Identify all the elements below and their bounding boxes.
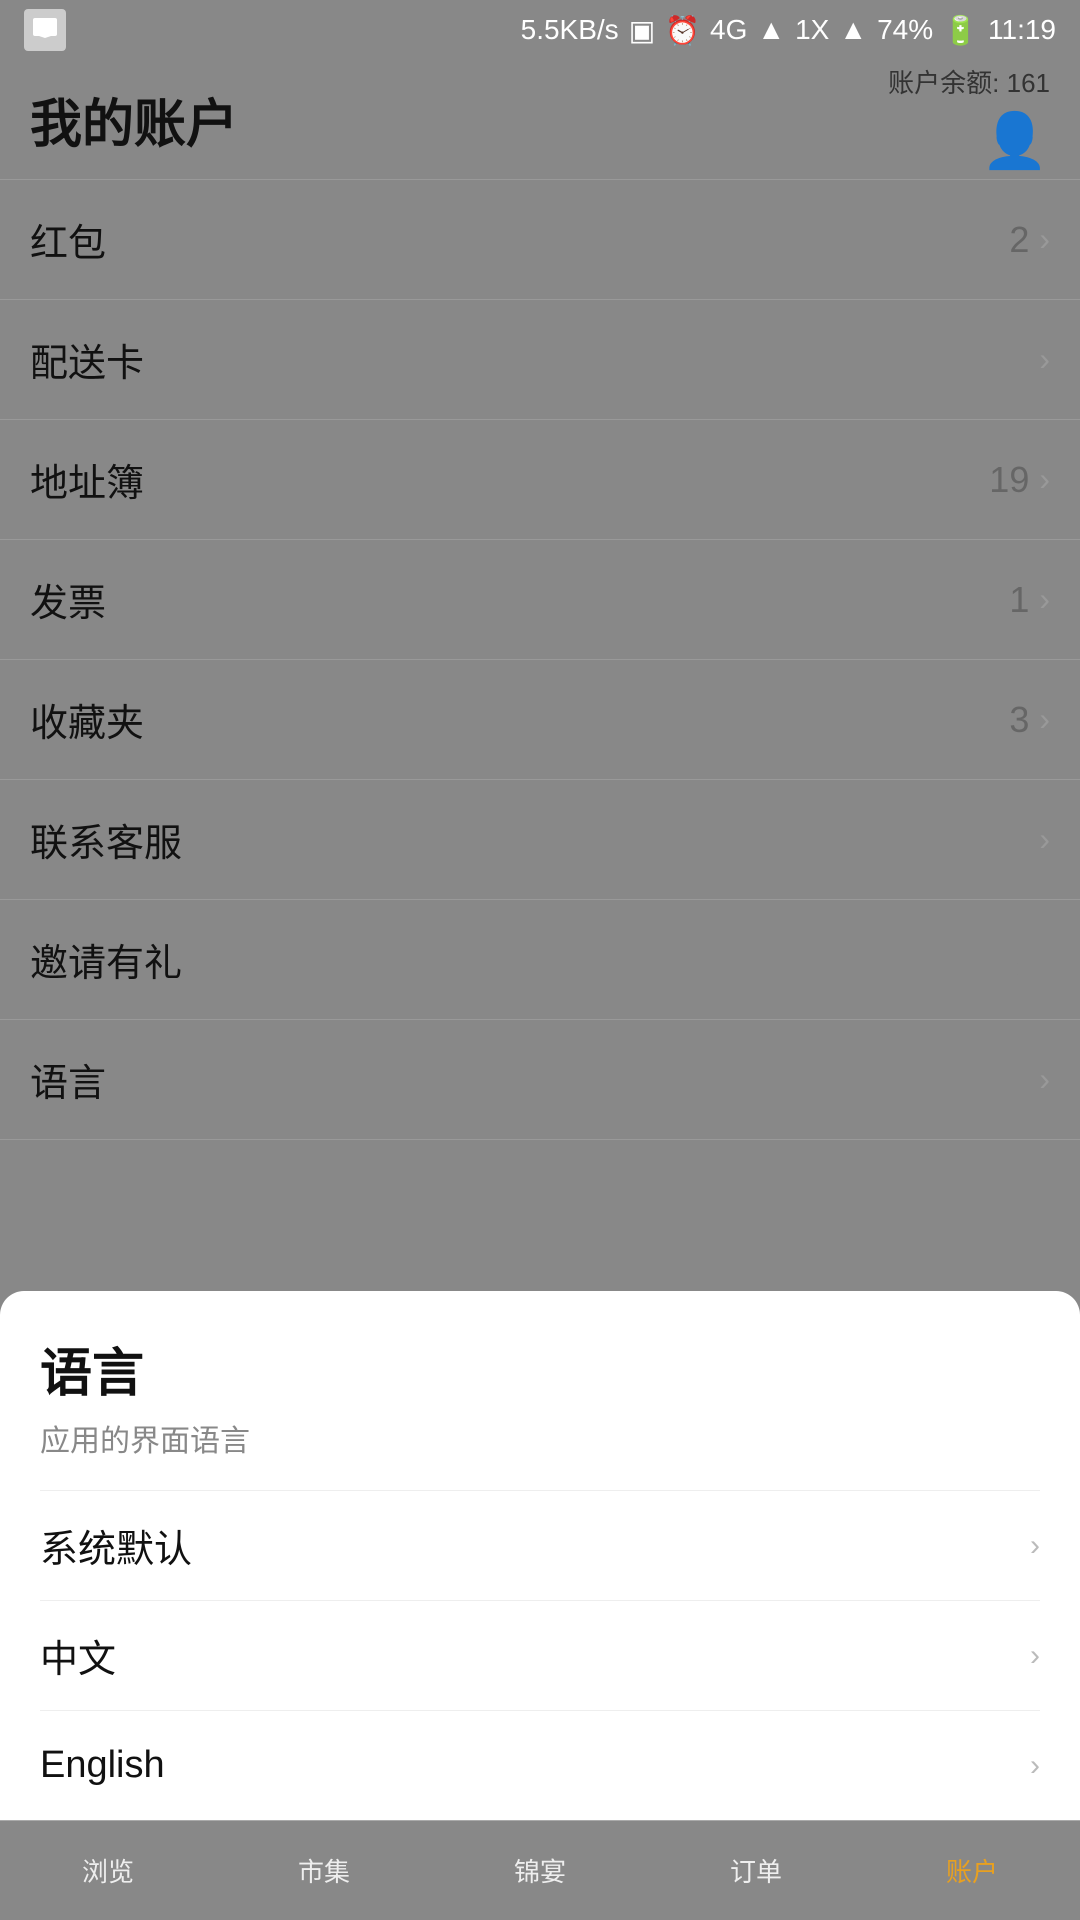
menu-label-fapiao: 发票 bbox=[30, 572, 106, 627]
menu-label-peisongka: 配送卡 bbox=[30, 332, 144, 387]
nav-label-market: 市集 bbox=[298, 1852, 350, 1889]
menu-item-shoucang[interactable]: 收藏夹 3 › bbox=[0, 660, 1080, 780]
menu-item-kefu[interactable]: 联系客服 › bbox=[0, 780, 1080, 900]
badge-dizhishu: 19 bbox=[989, 459, 1029, 501]
page-title: 我的账户 bbox=[30, 96, 238, 154]
nav-label-account: 账户 bbox=[946, 1852, 998, 1889]
chevron-kefu: › bbox=[1039, 821, 1050, 858]
chevron-peisongka: › bbox=[1039, 341, 1050, 378]
chevron-language: › bbox=[1039, 1061, 1050, 1098]
nav-label-orders: 订单 bbox=[730, 1852, 782, 1889]
network-speed: 5.5KB/s bbox=[521, 14, 619, 46]
avatar-button[interactable]: 👤 bbox=[980, 106, 1050, 176]
menu-item-language[interactable]: 语言 › bbox=[0, 1020, 1080, 1140]
balance-label: 账户余额: bbox=[888, 68, 999, 98]
menu-item-peisongka[interactable]: 配送卡 › bbox=[0, 300, 1080, 420]
chevron-dizhishu: › bbox=[1039, 461, 1050, 498]
chevron-shoucang: › bbox=[1039, 701, 1050, 738]
menu-right-hongbao: 2 › bbox=[1009, 219, 1050, 261]
header: 我的账户 账户余额: 161 👤 bbox=[0, 60, 1080, 180]
language-label-chinese: 中文 bbox=[40, 1628, 116, 1683]
battery-icon: 🔋 bbox=[943, 14, 978, 47]
menu-label-kefu: 联系客服 bbox=[30, 812, 182, 867]
nav-account[interactable]: 账户 bbox=[864, 1821, 1080, 1920]
menu-label-language: 语言 bbox=[30, 1052, 106, 1107]
menu-label-dizhishu: 地址簿 bbox=[30, 452, 144, 507]
status-bar-left bbox=[24, 9, 66, 51]
status-bar-right: 5.5KB/s ▣ ⏰ 4G ▲ 1X ▲ 74% 🔋 11:19 bbox=[521, 14, 1056, 47]
user-icon: 👤 bbox=[981, 110, 1048, 173]
status-bar: 5.5KB/s ▣ ⏰ 4G ▲ 1X ▲ 74% 🔋 11:19 bbox=[0, 0, 1080, 60]
menu-label-hongbao: 红包 bbox=[30, 212, 106, 267]
signal-icon-1: ▲ bbox=[757, 14, 785, 46]
menu-right-peisongka: › bbox=[1039, 341, 1050, 378]
menu-right-kefu: › bbox=[1039, 821, 1050, 858]
language-option-default[interactable]: 系统默认 › bbox=[40, 1490, 1040, 1600]
language-sheet: 语言 应用的界面语言 系统默认 › 中文 › English › bbox=[0, 1291, 1080, 1820]
signal-icon-2: ▲ bbox=[839, 14, 867, 46]
menu-right-language: › bbox=[1039, 1061, 1050, 1098]
chevron-chinese: › bbox=[1030, 1639, 1040, 1673]
notification-icon bbox=[24, 9, 66, 51]
nav-label-jinyan: 锦宴 bbox=[514, 1852, 566, 1889]
sheet-subtitle: 应用的界面语言 bbox=[40, 1416, 1040, 1460]
balance-value: 161 bbox=[1007, 68, 1050, 98]
language-option-english[interactable]: English › bbox=[40, 1710, 1040, 1820]
nav-jinyan[interactable]: 锦宴 bbox=[432, 1821, 648, 1920]
menu-label-invite: 邀请有礼 bbox=[30, 932, 182, 987]
badge-hongbao: 2 bbox=[1009, 219, 1029, 261]
nav-orders[interactable]: 订单 bbox=[648, 1821, 864, 1920]
menu-right-invite bbox=[1010, 940, 1050, 980]
header-right: 账户余额: 161 👤 bbox=[888, 63, 1050, 176]
battery-percent: 74% bbox=[877, 14, 933, 46]
balance-display: 账户余额: 161 bbox=[888, 63, 1050, 100]
sheet-title: 语言 bbox=[40, 1331, 1040, 1406]
language-option-chinese[interactable]: 中文 › bbox=[40, 1600, 1040, 1710]
chevron-default: › bbox=[1030, 1529, 1040, 1563]
nav-browse[interactable]: 浏览 bbox=[0, 1821, 216, 1920]
menu-right-fapiao: 1 › bbox=[1009, 579, 1050, 621]
nav-market[interactable]: 市集 bbox=[216, 1821, 432, 1920]
menu-item-dizhishu[interactable]: 地址簿 19 › bbox=[0, 420, 1080, 540]
language-label-english: English bbox=[40, 1744, 165, 1787]
share-icon bbox=[1010, 940, 1050, 980]
badge-fapiao: 1 bbox=[1009, 579, 1029, 621]
menu-right-dizhishu: 19 › bbox=[989, 459, 1050, 501]
alarm-icon: ⏰ bbox=[665, 14, 700, 47]
network-1x: 1X bbox=[795, 14, 829, 46]
menu-item-invite[interactable]: 邀请有礼 bbox=[0, 900, 1080, 1020]
vibrate-icon: ▣ bbox=[629, 14, 655, 47]
menu-list: 红包 2 › 配送卡 › 地址簿 19 › 发票 1 › 收藏夹 3 › bbox=[0, 180, 1080, 1140]
menu-item-fapiao[interactable]: 发票 1 › bbox=[0, 540, 1080, 660]
menu-item-hongbao[interactable]: 红包 2 › bbox=[0, 180, 1080, 300]
language-label-default: 系统默认 bbox=[40, 1518, 192, 1573]
clock: 11:19 bbox=[988, 14, 1056, 46]
nav-label-browse: 浏览 bbox=[82, 1852, 134, 1889]
badge-shoucang: 3 bbox=[1009, 699, 1029, 741]
network-4g: 4G bbox=[710, 14, 747, 46]
menu-right-shoucang: 3 › bbox=[1009, 699, 1050, 741]
bottom-nav: 浏览 市集 锦宴 订单 账户 bbox=[0, 1820, 1080, 1920]
chevron-english: › bbox=[1030, 1749, 1040, 1783]
header-left: 我的账户 bbox=[30, 82, 238, 157]
chevron-fapiao: › bbox=[1039, 581, 1050, 618]
chevron-hongbao: › bbox=[1039, 221, 1050, 258]
menu-label-shoucang: 收藏夹 bbox=[30, 692, 144, 747]
